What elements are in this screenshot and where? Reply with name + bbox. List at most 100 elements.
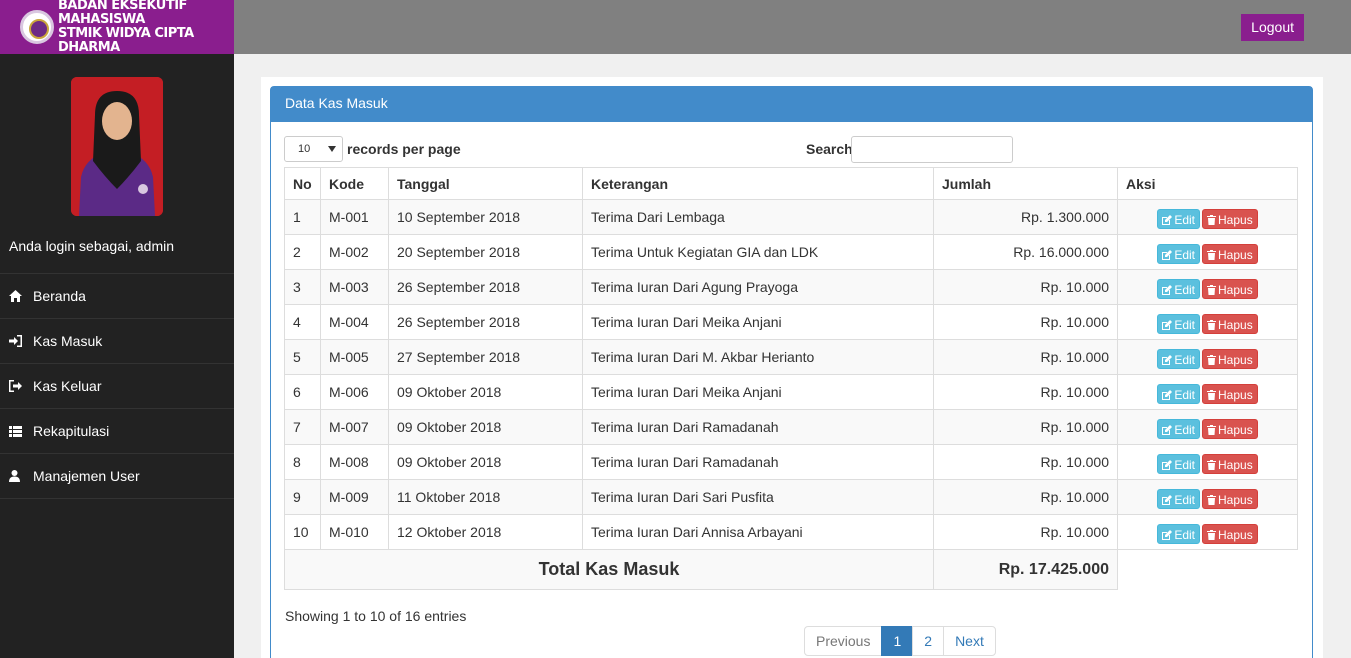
sign-in-icon (9, 335, 33, 347)
edit-icon (1162, 213, 1174, 227)
cell-tanggal: 11 Oktober 2018 (388, 479, 583, 515)
delete-label: Hapus (1218, 527, 1253, 542)
home-icon (9, 290, 33, 302)
sidebar-item-kas-keluar[interactable]: Kas Keluar (0, 364, 234, 409)
cell-aksi: Edit Hapus (1117, 409, 1298, 445)
cell-jumlah: Rp. 16.000.000 (933, 234, 1118, 270)
trash-icon (1207, 388, 1218, 402)
column-header-tanggal[interactable]: Tanggal (388, 167, 583, 200)
trash-icon (1207, 318, 1218, 332)
brand[interactable]: BADAN EKSEKUTIF MAHASISWA STMIK WIDYA CI… (0, 0, 234, 55)
user-icon (9, 470, 33, 482)
cell-kode: M-007 (320, 409, 389, 445)
cell-aksi: Edit Hapus (1117, 514, 1298, 550)
delete-label: Hapus (1218, 282, 1253, 297)
edit-icon (1162, 318, 1174, 332)
cell-no: 3 (284, 269, 321, 305)
cell-kode: M-003 (320, 269, 389, 305)
cell-aksi: Edit Hapus (1117, 199, 1298, 235)
cell-no: 9 (284, 479, 321, 515)
edit-button[interactable]: Edit (1157, 488, 1200, 509)
edit-label: Edit (1174, 457, 1195, 472)
edit-button[interactable]: Edit (1157, 383, 1200, 404)
pagination-page-2[interactable]: 2 (912, 626, 945, 656)
logout-button[interactable]: Logout (1241, 14, 1304, 41)
edit-icon (1162, 458, 1174, 472)
column-header-jumlah[interactable]: Jumlah (933, 167, 1118, 200)
total-label: Total Kas Masuk (284, 549, 934, 590)
column-header-kode[interactable]: Kode (320, 167, 389, 200)
cell-aksi: Edit Hapus (1117, 339, 1298, 375)
trash-icon (1207, 213, 1218, 227)
edit-button[interactable]: Edit (1157, 418, 1200, 439)
pagination-page-1[interactable]: 1 (881, 626, 914, 656)
cell-no: 7 (284, 409, 321, 445)
edit-icon (1162, 423, 1174, 437)
delete-label: Hapus (1218, 422, 1253, 437)
column-header-no[interactable]: No (284, 167, 321, 200)
delete-label: Hapus (1218, 317, 1253, 332)
cell-kode: M-008 (320, 444, 389, 480)
cell-no: 4 (284, 304, 321, 340)
delete-button[interactable]: Hapus (1202, 523, 1258, 544)
cell-jumlah: Rp. 10.000 (933, 304, 1118, 340)
column-header-aksi[interactable]: Aksi (1117, 167, 1298, 200)
delete-button[interactable]: Hapus (1202, 313, 1258, 334)
search-input[interactable] (851, 136, 1013, 163)
cell-aksi: Edit Hapus (1117, 479, 1298, 515)
page-length-value: 10 (298, 143, 311, 155)
sidebar-item-label: Beranda (33, 288, 86, 304)
edit-button[interactable]: Edit (1157, 208, 1200, 229)
edit-button[interactable]: Edit (1157, 348, 1200, 369)
pagination-next[interactable]: Next (943, 626, 996, 656)
cell-tanggal: 09 Oktober 2018 (388, 374, 583, 410)
delete-button[interactable]: Hapus (1202, 243, 1258, 264)
brand-title-line2: STMIK WIDYA CIPTA DHARMA (58, 26, 194, 55)
cell-no: 6 (284, 374, 321, 410)
cell-no: 8 (284, 444, 321, 480)
cell-aksi: Edit Hapus (1117, 374, 1298, 410)
edit-label: Edit (1174, 492, 1195, 507)
table-row: 2 M-002 20 September 2018 Terima Untuk Kegi… (284, 234, 1298, 270)
delete-button[interactable]: Hapus (1202, 418, 1258, 439)
edit-button[interactable]: Edit (1157, 523, 1200, 544)
cell-kode: M-006 (320, 374, 389, 410)
sidebar-item-label: Kas Masuk (33, 333, 103, 349)
logo-icon (20, 10, 54, 44)
sidebar-item-kas-masuk[interactable]: Kas Masuk (0, 319, 234, 364)
sidebar-item-beranda[interactable]: Beranda (0, 274, 234, 319)
pagination-previous[interactable]: Previous (804, 626, 883, 656)
cell-jumlah: Rp. 10.000 (933, 409, 1118, 445)
cell-keterangan: Terima Iuran Dari Annisa Arbayani (582, 514, 934, 550)
edit-button[interactable]: Edit (1157, 313, 1200, 334)
edit-button[interactable]: Edit (1157, 278, 1200, 299)
delete-button[interactable]: Hapus (1202, 488, 1258, 509)
delete-label: Hapus (1218, 492, 1253, 507)
edit-button[interactable]: Edit (1157, 453, 1200, 474)
cell-aksi: Edit Hapus (1117, 444, 1298, 480)
sidebar-item-rekapitulasi[interactable]: Rekapitulasi (0, 409, 234, 454)
delete-button[interactable]: Hapus (1202, 453, 1258, 474)
edit-button[interactable]: Edit (1157, 243, 1200, 264)
sidebar-nav: Beranda Kas Masuk Kas Keluar Rekapitulas… (0, 273, 234, 499)
table-header-row: No Kode Tanggal Keterangan Jumlah Aksi (284, 167, 1298, 200)
entries-info: Showing 1 to 10 of 16 entries (285, 608, 467, 624)
page-length-select[interactable]: 10 (284, 136, 343, 162)
delete-button[interactable]: Hapus (1202, 348, 1258, 369)
search-label: Search: (806, 141, 858, 157)
cell-no: 2 (284, 234, 321, 270)
cell-jumlah: Rp. 1.300.000 (933, 199, 1118, 235)
sidebar-item-label: Rekapitulasi (33, 423, 110, 439)
table-body: 1 M-001 10 September 2018 Terima Dari Lemba… (284, 199, 1298, 550)
column-header-keterangan[interactable]: Keterangan (582, 167, 934, 200)
delete-button[interactable]: Hapus (1202, 383, 1258, 404)
sidebar-item-manajemen-user[interactable]: Manajemen User (0, 454, 234, 499)
table-row: 1 M-001 10 September 2018 Terima Dari Lemba… (284, 199, 1298, 235)
cell-aksi: Edit Hapus (1117, 304, 1298, 340)
delete-button[interactable]: Hapus (1202, 278, 1258, 299)
login-status: Anda login sebagai, admin (9, 238, 175, 254)
delete-button[interactable]: Hapus (1202, 208, 1258, 229)
edit-label: Edit (1174, 527, 1195, 542)
cell-tanggal: 09 Oktober 2018 (388, 444, 583, 480)
edit-icon (1162, 353, 1174, 367)
